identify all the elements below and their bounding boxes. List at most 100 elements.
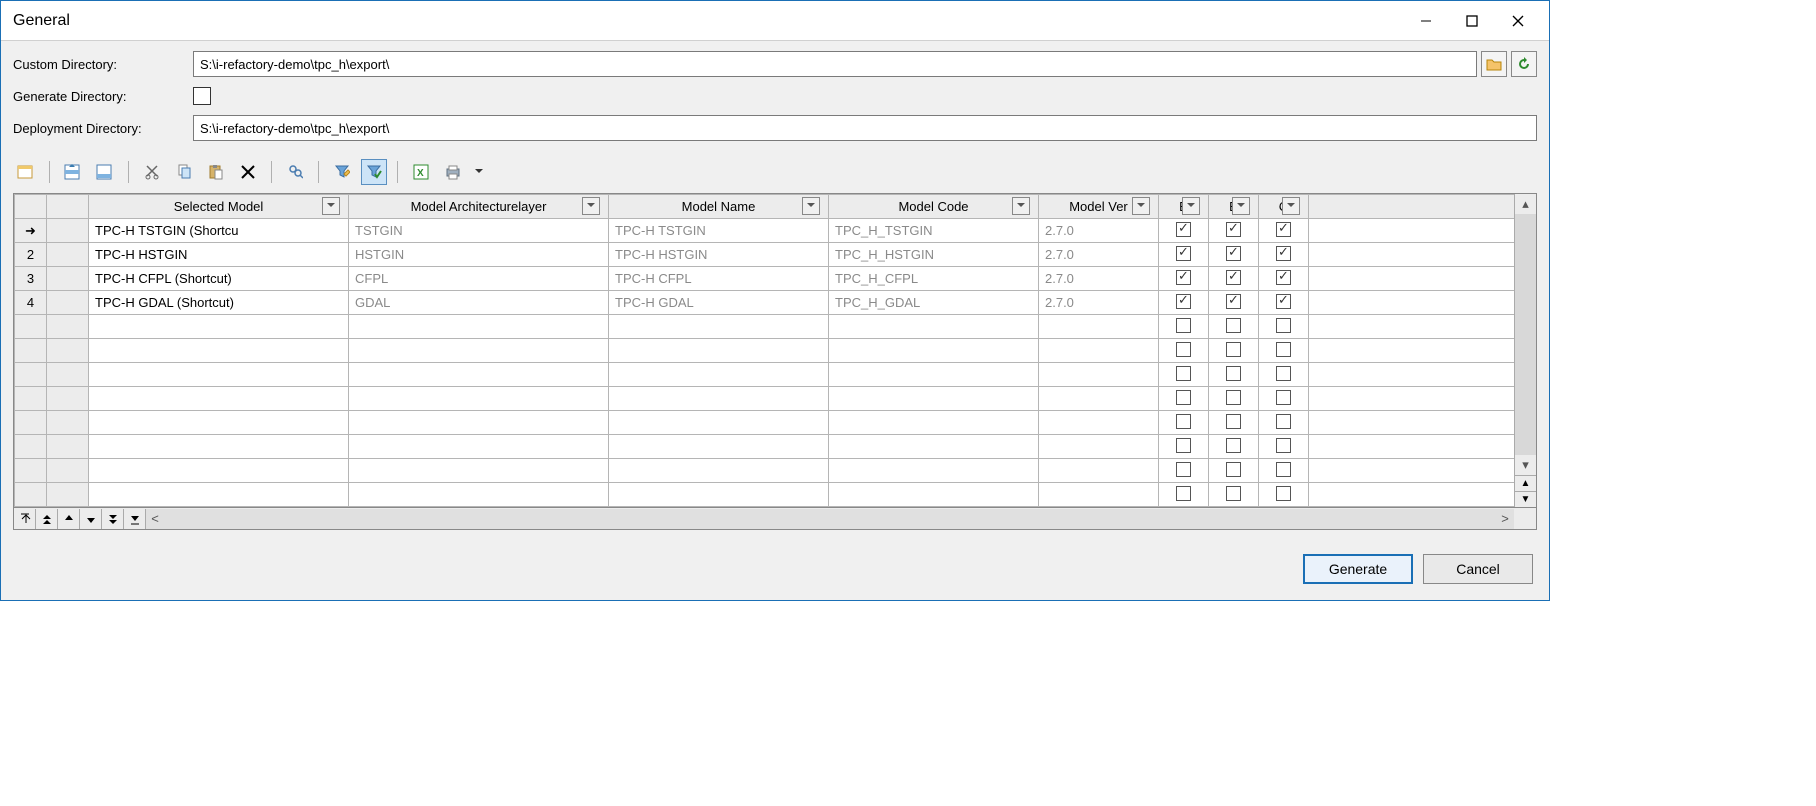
generate-directory-checkbox[interactable] (193, 87, 211, 105)
checkbox-icon[interactable] (1276, 462, 1291, 477)
checkbox-icon[interactable] (1226, 390, 1241, 405)
find-button[interactable] (282, 159, 308, 185)
table-row-empty[interactable] (15, 459, 1536, 483)
checkbox-icon[interactable] (1226, 294, 1241, 309)
col-selected-model[interactable]: Selected Model (89, 195, 349, 219)
col-model-code[interactable]: Model Code (829, 195, 1039, 219)
col-filter-dropdown[interactable] (1182, 197, 1200, 215)
col-model-ver[interactable]: Model Ver (1039, 195, 1159, 219)
table-row[interactable]: 4TPC-H GDAL (Shortcut)GDALTPC-H GDALTPC_… (15, 291, 1536, 315)
checkbox-icon[interactable] (1176, 294, 1191, 309)
refresh-button[interactable] (1511, 51, 1537, 77)
cell-c[interactable] (1259, 483, 1309, 507)
cell-c[interactable] (1259, 459, 1309, 483)
checkbox-icon[interactable] (1226, 462, 1241, 477)
col-model-name[interactable]: Model Name (609, 195, 829, 219)
cell-e2[interactable] (1209, 219, 1259, 243)
table-row[interactable]: ➜TPC-H TSTGIN (ShortcuTSTGINTPC-H TSTGIN… (15, 219, 1536, 243)
maximize-button[interactable] (1449, 6, 1495, 36)
print-button[interactable] (440, 159, 466, 185)
cell-selected-model[interactable] (89, 363, 349, 387)
cell-e1[interactable] (1159, 483, 1209, 507)
col-filter-dropdown[interactable] (1282, 197, 1300, 215)
cell-selected-model[interactable]: TPC-H GDAL (Shortcut) (89, 291, 349, 315)
cell-c[interactable] (1259, 387, 1309, 411)
cell-selected-model[interactable] (89, 459, 349, 483)
cell-c[interactable] (1259, 219, 1309, 243)
col-filter-dropdown[interactable] (802, 197, 820, 215)
col-filter-dropdown[interactable] (1012, 197, 1030, 215)
cancel-button[interactable]: Cancel (1423, 554, 1533, 584)
checkbox-icon[interactable] (1176, 390, 1191, 405)
col-c[interactable]: C (1259, 195, 1309, 219)
vertical-scrollbar[interactable]: ▴ ▾ ▲ ▼ (1514, 194, 1536, 507)
cell-selected-model[interactable] (89, 483, 349, 507)
deployment-directory-input[interactable] (193, 115, 1537, 141)
cell-e1[interactable] (1159, 387, 1209, 411)
cell-e2[interactable] (1209, 267, 1259, 291)
nav-up-page-button[interactable] (36, 509, 58, 529)
cell-e1[interactable] (1159, 315, 1209, 339)
cell-selected-model[interactable] (89, 315, 349, 339)
scroll-up-icon[interactable]: ▴ (1515, 194, 1536, 214)
checkbox-icon[interactable] (1226, 414, 1241, 429)
cell-e2[interactable] (1209, 435, 1259, 459)
col-filter-dropdown[interactable] (322, 197, 340, 215)
cell-c[interactable] (1259, 363, 1309, 387)
copy-button[interactable] (171, 159, 197, 185)
nav-up-button[interactable] (58, 509, 80, 529)
checkbox-icon[interactable] (1176, 318, 1191, 333)
checkbox-icon[interactable] (1276, 222, 1291, 237)
cell-c[interactable] (1259, 267, 1309, 291)
checkbox-icon[interactable] (1226, 222, 1241, 237)
table-row-empty[interactable] (15, 483, 1536, 507)
scroll-jump-bottom-icon[interactable]: ▼ (1515, 491, 1536, 507)
cell-e2[interactable] (1209, 291, 1259, 315)
cell-e2[interactable] (1209, 387, 1259, 411)
checkbox-icon[interactable] (1226, 342, 1241, 357)
checkbox-icon[interactable] (1226, 438, 1241, 453)
cell-e1[interactable] (1159, 459, 1209, 483)
table-row[interactable]: 2TPC-H HSTGINHSTGINTPC-H HSTGINTPC_H_HST… (15, 243, 1536, 267)
cell-selected-model[interactable]: TPC-H TSTGIN (Shortcu (89, 219, 349, 243)
table-row-empty[interactable] (15, 315, 1536, 339)
nav-last-button[interactable] (124, 509, 146, 529)
filter-edit-button[interactable] (329, 159, 355, 185)
table-row-empty[interactable] (15, 435, 1536, 459)
nav-first-button[interactable] (14, 509, 36, 529)
minimize-button[interactable] (1403, 6, 1449, 36)
checkbox-icon[interactable] (1176, 222, 1191, 237)
col-filter-dropdown[interactable] (1232, 197, 1250, 215)
paste-button[interactable] (203, 159, 229, 185)
cell-selected-model[interactable] (89, 387, 349, 411)
cell-e1[interactable] (1159, 411, 1209, 435)
checkbox-icon[interactable] (1276, 246, 1291, 261)
cell-e1[interactable] (1159, 219, 1209, 243)
table-row-empty[interactable] (15, 339, 1536, 363)
checkbox-icon[interactable] (1226, 318, 1241, 333)
cell-e1[interactable] (1159, 339, 1209, 363)
cell-e1[interactable] (1159, 243, 1209, 267)
checkbox-icon[interactable] (1276, 390, 1291, 405)
cell-e1[interactable] (1159, 267, 1209, 291)
checkbox-icon[interactable] (1276, 342, 1291, 357)
cell-e1[interactable] (1159, 291, 1209, 315)
checkbox-icon[interactable] (1226, 366, 1241, 381)
print-dropdown[interactable] (472, 159, 486, 185)
custom-directory-input[interactable] (193, 51, 1477, 77)
cell-selected-model[interactable] (89, 339, 349, 363)
table-row[interactable]: 3TPC-H CFPL (Shortcut)CFPLTPC-H CFPLTPC_… (15, 267, 1536, 291)
checkbox-icon[interactable] (1276, 366, 1291, 381)
checkbox-icon[interactable] (1276, 438, 1291, 453)
col-architecture-layer[interactable]: Model Architecturelayer (349, 195, 609, 219)
cell-selected-model[interactable] (89, 411, 349, 435)
checkbox-icon[interactable] (1176, 438, 1191, 453)
checkbox-icon[interactable] (1226, 246, 1241, 261)
checkbox-icon[interactable] (1176, 366, 1191, 381)
checkbox-icon[interactable] (1176, 462, 1191, 477)
generate-button[interactable]: Generate (1303, 554, 1413, 584)
table-row-empty[interactable] (15, 387, 1536, 411)
checkbox-icon[interactable] (1276, 318, 1291, 333)
checkbox-icon[interactable] (1176, 342, 1191, 357)
cell-e2[interactable] (1209, 243, 1259, 267)
